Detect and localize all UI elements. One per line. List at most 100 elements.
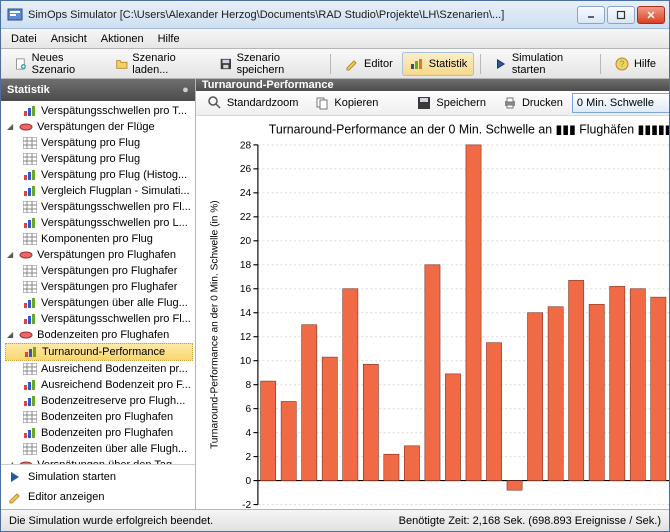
footer-editor-anzeigen[interactable]: Editor anzeigen <box>7 489 189 505</box>
panel-title: Turnaround-Performance <box>202 79 334 91</box>
tree-item-label: Verspätungsschwellen pro L... <box>41 215 188 231</box>
load-szenario-button[interactable]: Szenario laden... <box>108 48 210 80</box>
tree-item[interactable]: Bodenzeiten pro Flughafen <box>5 409 193 425</box>
tree-item[interactable]: Verspätung pro Flug <box>5 151 193 167</box>
tree-item[interactable]: Vergleich Flugplan - Simulati... <box>5 183 193 199</box>
tree-item-label: Verspätungen über alle Flug... <box>41 295 188 311</box>
button-label: Hilfe <box>634 58 656 70</box>
label: Drucken <box>522 97 563 109</box>
label: Editor anzeigen <box>28 491 104 503</box>
printer-icon <box>502 95 518 111</box>
pencil-small-icon <box>7 489 23 505</box>
tree-group[interactable]: Verspätungen pro Flughafen <box>5 247 193 263</box>
save-szenario-button[interactable]: Szenario speichern <box>212 48 324 80</box>
chart-toolbar: Standardzoom Kopieren Speichern Drucken … <box>196 91 669 116</box>
close-button[interactable] <box>637 6 665 24</box>
grid-icon <box>23 363 37 375</box>
schwelle-combo[interactable]: 0 Min. Schwelle ▾ <box>572 93 669 113</box>
svg-text:20: 20 <box>240 236 252 247</box>
hilfe-button[interactable]: ? Hilfe <box>607 52 663 76</box>
tree-item[interactable]: Verspätung pro Flug (Histog... <box>5 167 193 183</box>
tree-item[interactable]: Bodenzeiten über alle Flugh... <box>5 441 193 457</box>
disk-icon <box>19 249 33 261</box>
button-label: Szenario speichern <box>237 52 318 76</box>
tree-group[interactable]: Verspätungen über den Tag <box>5 457 193 464</box>
svg-text:26: 26 <box>240 164 252 175</box>
menu-ansicht[interactable]: Ansicht <box>45 31 93 47</box>
tree-item[interactable]: Komponenten pro Flug <box>5 231 193 247</box>
new-szenario-button[interactable]: Neues Szenario <box>7 48 106 80</box>
bars-icon <box>23 427 37 439</box>
tree-group-label: Verspätungen über den Tag <box>37 457 172 464</box>
simulation-starten-button[interactable]: Simulation starten <box>487 48 594 80</box>
menubar: Datei Ansicht Aktionen Hilfe <box>1 29 669 49</box>
tree-item[interactable]: Bodenzeiten pro Flughafen <box>5 425 193 441</box>
grid-icon <box>23 265 37 277</box>
svg-text:Turnaround-Performance an der: Turnaround-Performance an der 0 Min. Sch… <box>209 200 220 449</box>
play-small-icon <box>7 469 23 485</box>
status-bar: Die Simulation wurde erfolgreich beendet… <box>1 509 669 531</box>
tree-item-label: Bodenzeiten pro Flughafen <box>41 409 173 425</box>
editor-button[interactable]: Editor <box>337 52 400 76</box>
tree-item[interactable]: Verspätungen über alle Flug... <box>5 295 193 311</box>
floppy-small-icon <box>416 95 432 111</box>
tree-item[interactable]: Bodenzeitreserve pro Flugh... <box>5 393 193 409</box>
tree-item-label: Bodenzeiten pro Flughafen <box>41 425 173 441</box>
button-label: Statistik <box>429 58 468 70</box>
tree-item[interactable]: Verspätungsschwellen pro T... <box>5 103 193 119</box>
tree-item[interactable]: Verspätungsschwellen pro Fl... <box>5 199 193 215</box>
svg-text:4: 4 <box>245 428 251 439</box>
tree-item[interactable]: Verspätung pro Flug <box>5 135 193 151</box>
tree-item-label: Bodenzeitreserve pro Flugh... <box>41 393 185 409</box>
svg-text:24: 24 <box>240 188 252 199</box>
tree-item[interactable]: Ausreichend Bodenzeit pro F... <box>5 377 193 393</box>
tree-item-label: Verspätungsschwellen pro Fl... <box>41 199 191 215</box>
kopieren-button[interactable]: Kopieren <box>307 91 385 115</box>
tree-item-label: Verspätungsschwellen pro Fl... <box>41 311 191 327</box>
combo-value: 0 Min. Schwelle <box>577 97 654 109</box>
speichern-button[interactable]: Speichern <box>409 91 493 115</box>
titlebar: SimOps Simulator [C:\Users\Alexander Her… <box>1 1 669 29</box>
svg-text:8: 8 <box>245 380 251 391</box>
tree-item[interactable]: Verspätungen pro Flughafer <box>5 263 193 279</box>
grid-icon <box>23 443 37 455</box>
tree-item-label: Verspätung pro Flug <box>41 151 140 167</box>
main-toolbar: Neues Szenario Szenario laden... Szenari… <box>1 49 669 79</box>
tree-item[interactable]: Verspätungen pro Flughafer <box>5 279 193 295</box>
app-window: SimOps Simulator [C:\Users\Alexander Her… <box>0 0 670 532</box>
toolbar-separator <box>480 54 481 74</box>
footer-simulation-starten[interactable]: Simulation starten <box>7 469 189 485</box>
tree-group[interactable]: Bodenzeiten pro Flughafen <box>5 327 193 343</box>
drucken-button[interactable]: Drucken <box>495 91 570 115</box>
toolbar-separator <box>600 54 601 74</box>
play-icon <box>494 56 508 72</box>
statistik-tree[interactable]: Verspätungsschwellen pro T...Verspätunge… <box>1 101 195 464</box>
tree-item-label: Verspätungsschwellen pro T... <box>41 103 187 119</box>
svg-text:Turnaround-Performance an der: Turnaround-Performance an der 0 Min. Sch… <box>269 123 669 137</box>
tree-item[interactable]: Verspätungsschwellen pro L... <box>5 215 193 231</box>
tree-item[interactable]: Verspätungsschwellen pro Fl... <box>5 311 193 327</box>
menu-aktionen[interactable]: Aktionen <box>95 31 150 47</box>
menu-hilfe[interactable]: Hilfe <box>152 31 186 47</box>
left-panel: Statistik ● Verspätungsschwellen pro T..… <box>1 79 196 509</box>
statistik-button[interactable]: Statistik <box>402 52 475 76</box>
minimize-button[interactable] <box>577 6 605 24</box>
window-title: SimOps Simulator [C:\Users\Alexander Her… <box>28 9 577 21</box>
help-icon: ? <box>614 56 630 72</box>
svg-text:18: 18 <box>240 260 252 271</box>
content-area: Statistik ● Verspätungsschwellen pro T..… <box>1 79 669 509</box>
button-label: Editor <box>364 58 393 70</box>
standardzoom-button[interactable]: Standardzoom <box>200 91 306 115</box>
bars-icon <box>23 379 37 391</box>
tree-item-label: Ausreichend Bodenzeit pro F... <box>41 377 191 393</box>
bars-icon <box>23 105 37 117</box>
svg-text:0: 0 <box>245 476 251 487</box>
maximize-button[interactable] <box>607 6 635 24</box>
tree-item-label: Vergleich Flugplan - Simulati... <box>41 183 190 199</box>
tree-item[interactable]: Ausreichend Bodenzeiten pr... <box>5 361 193 377</box>
tree-group[interactable]: Verspätungen der Flüge <box>5 119 193 135</box>
menu-datei[interactable]: Datei <box>5 31 43 47</box>
tree-item[interactable]: Turnaround-Performance <box>5 343 193 361</box>
bars-icon <box>23 185 37 197</box>
grid-icon <box>23 281 37 293</box>
